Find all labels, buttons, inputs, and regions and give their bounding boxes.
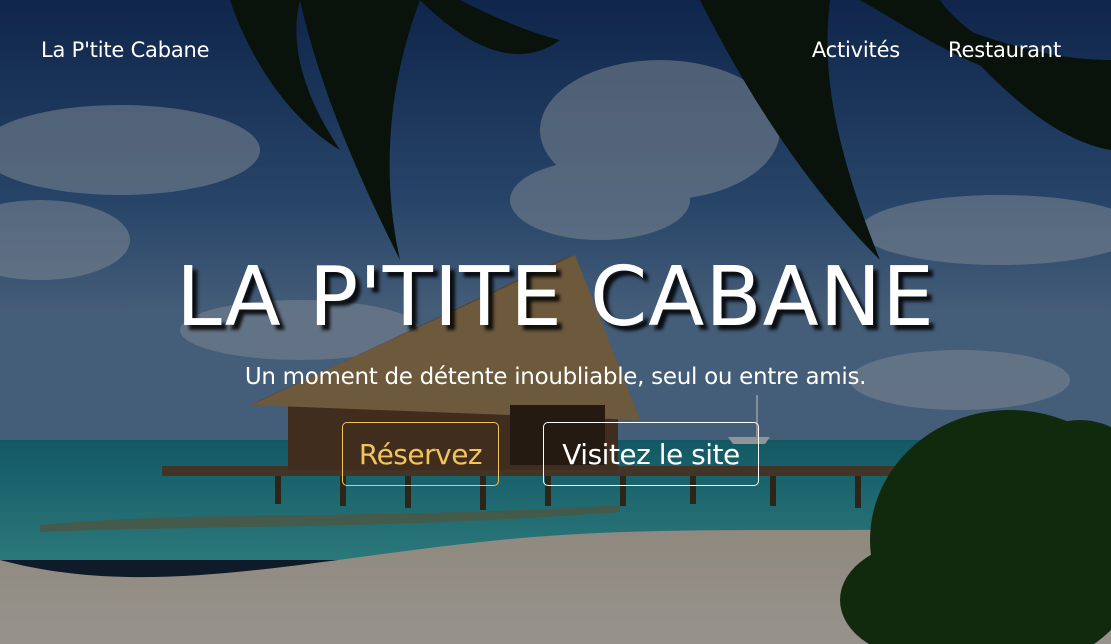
nav-link-restaurant[interactable]: Restaurant (948, 38, 1061, 62)
hero-section: La P'tite Cabane Activités Restaurant LA… (0, 0, 1111, 644)
reserve-button[interactable]: Réservez (342, 422, 499, 486)
nav-link-activites[interactable]: Activités (812, 38, 900, 62)
nav-links: Activités Restaurant (812, 38, 1061, 62)
nav-brand[interactable]: La P'tite Cabane (41, 38, 210, 62)
hero-subtitle: Un moment de détente inoubliable, seul o… (244, 364, 867, 390)
hero-title: LA P'TITE CABANE (176, 250, 935, 345)
visit-site-button[interactable]: Visitez le site (543, 422, 759, 486)
